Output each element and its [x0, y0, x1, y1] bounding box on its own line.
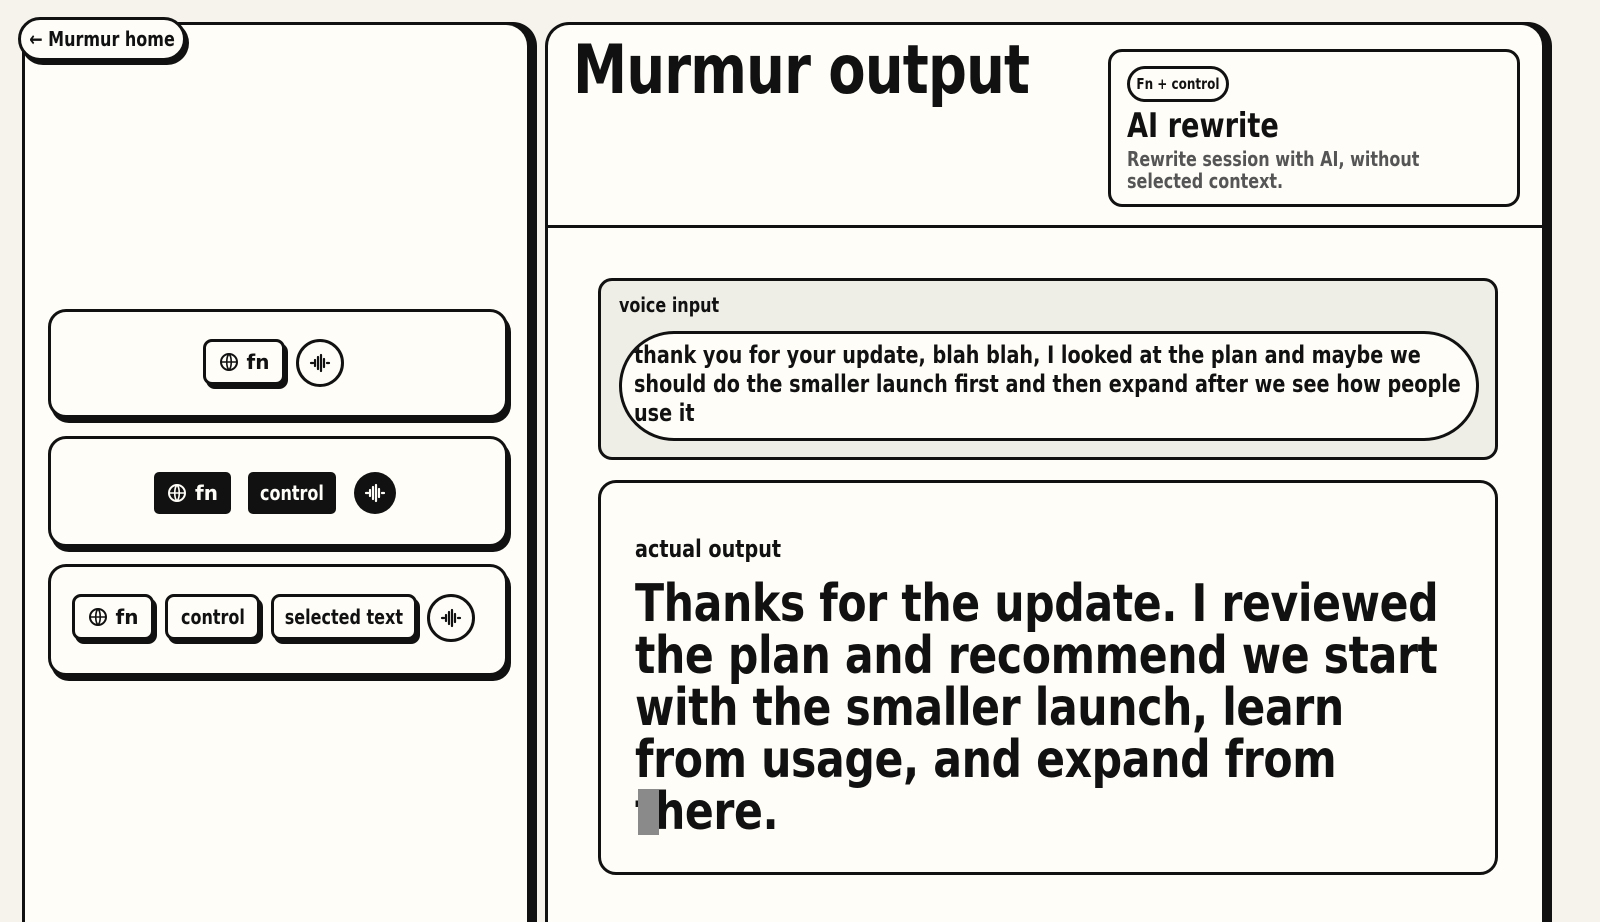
voice-transcript: thank you for your update, blah blah, I … — [619, 331, 1479, 441]
fn-key-label: fn — [195, 481, 218, 505]
control-key-label: control — [180, 605, 245, 629]
header-divider — [548, 225, 1545, 228]
control-key: control — [165, 594, 260, 640]
control-key-active: control — [248, 472, 336, 514]
page-title: Murmur output — [573, 31, 1143, 110]
home-button-label: ← Murmur home — [29, 27, 175, 51]
voice-input-label-text: voice input — [619, 293, 720, 317]
voice-input-label: voice input — [619, 293, 744, 317]
output-panel: Murmur output Fn + control AI rewrite Re… — [545, 22, 1545, 922]
fn-key-label: fn — [246, 350, 270, 374]
mic-button[interactable] — [296, 339, 344, 387]
globe-icon — [219, 353, 238, 371]
mic-button-active[interactable] — [354, 472, 396, 514]
fn-key-active: fn — [154, 472, 231, 514]
mic-button[interactable] — [427, 594, 475, 642]
selected-text-key: selected text — [271, 594, 417, 640]
page-title-text: Murmur output — [573, 31, 1030, 110]
text-cursor — [638, 789, 659, 835]
waveform-icon — [364, 483, 386, 503]
output-label-text: actual output — [635, 535, 782, 563]
rewrite-title-text: AI rewrite — [1127, 106, 1279, 146]
fn-key: fn — [203, 339, 285, 385]
output-section: actual output Thanks for the update. I r… — [598, 480, 1498, 875]
voice-transcript-text: thank you for your update, blah blah, I … — [634, 341, 1461, 427]
ai-rewrite-card: Fn + control AI rewrite Rewrite session … — [1108, 49, 1520, 207]
output-text[interactable]: Thanks for the update. I reviewed the pl… — [635, 578, 1455, 838]
globe-icon — [88, 608, 107, 626]
rewrite-title: AI rewrite — [1127, 106, 1317, 146]
shortcut-badge: Fn + control — [1127, 66, 1229, 102]
selected-text-key-label: selected text — [284, 605, 404, 629]
rewrite-description: Rewrite session with AI, without selecte… — [1127, 147, 1420, 193]
control-key-label: control — [260, 481, 324, 505]
globe-icon — [168, 484, 187, 502]
waveform-icon — [440, 608, 462, 628]
voice-input-section: voice input thank you for your update, b… — [598, 278, 1498, 460]
waveform-icon — [309, 353, 331, 373]
home-button[interactable]: ← Murmur home — [18, 17, 186, 61]
shortcut-badge-label: Fn + control — [1136, 75, 1220, 93]
fn-key-label: fn — [115, 605, 139, 629]
output-label: actual output — [635, 535, 818, 563]
fn-key: fn — [72, 594, 154, 640]
